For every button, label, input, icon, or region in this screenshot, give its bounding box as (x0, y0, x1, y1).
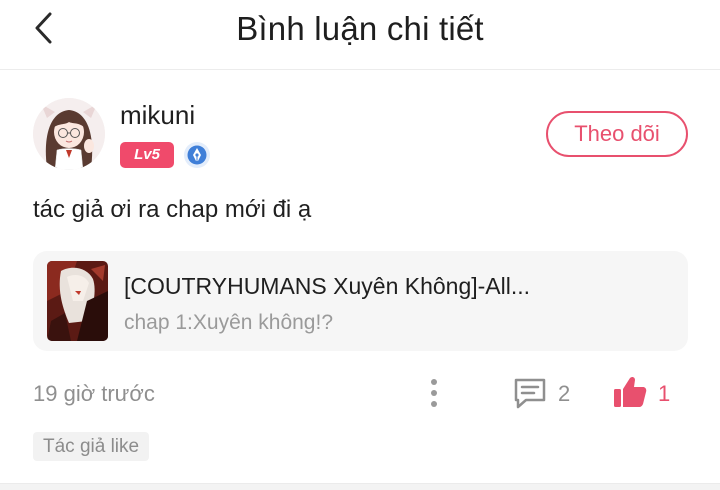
story-link-card[interactable]: [COUTRYHUMANS Xuyên Không]-All... chap 1… (33, 251, 688, 351)
story-chapter: chap 1:Xuyên không!? (124, 311, 333, 334)
reply-button[interactable]: 2 (512, 374, 582, 414)
more-options-button[interactable] (424, 376, 444, 410)
user-avatar-image (33, 98, 105, 170)
story-title: [COUTRYHUMANS Xuyên Không]-All... (124, 273, 531, 299)
story-cover-image (47, 261, 108, 341)
author-like-tag: Tác giả like (33, 432, 150, 461)
thumbs-up-icon (614, 376, 647, 407)
section-divider (0, 483, 720, 490)
more-vertical-icon (431, 379, 437, 407)
comment-text: tác giả ơi ra chap mới đi ạ (33, 196, 312, 223)
comment-bubble-icon (514, 378, 546, 409)
follow-button[interactable]: Theo dõi (546, 111, 688, 157)
avatar[interactable] (33, 98, 105, 170)
header-bar: Bình luận chi tiết (0, 0, 720, 70)
reply-count: 2 (558, 381, 571, 406)
comment-timestamp: 19 giờ trước (33, 381, 155, 406)
quill-pen-badge-icon (183, 141, 211, 169)
page-title: Bình luận chi tiết (236, 10, 484, 47)
level-badge: Lv5 (120, 142, 174, 168)
like-button[interactable]: 1 (612, 372, 682, 414)
username[interactable]: mikuni (120, 100, 195, 131)
like-count: 1 (658, 381, 671, 406)
